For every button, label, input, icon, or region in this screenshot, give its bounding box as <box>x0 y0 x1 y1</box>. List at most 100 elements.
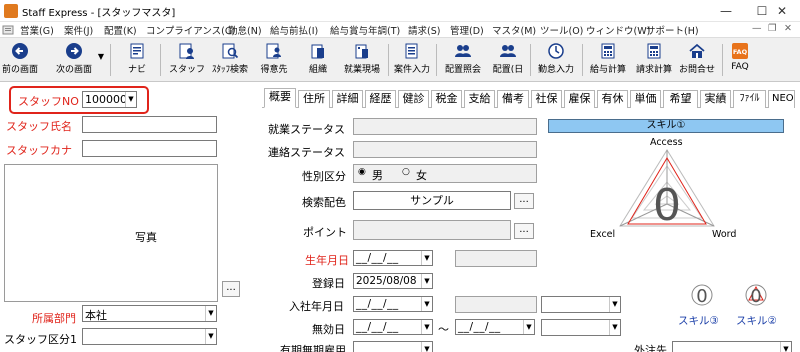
skill3-label[interactable]: スキル③ <box>678 313 719 328</box>
org-label: 組織 <box>308 65 327 75</box>
search-color-field[interactable]: サンプル <box>353 191 511 210</box>
point-button[interactable]: ... <box>514 223 534 239</box>
chevron-down-icon[interactable]: ▼ <box>609 320 620 335</box>
dispatch-label: 外注先 <box>634 344 667 352</box>
staff-name-field[interactable] <box>82 116 217 133</box>
mdi-restore-icon[interactable]: ❐ <box>768 23 777 34</box>
menu-window[interactable]: ウィンドウ(W) <box>586 23 650 37</box>
dept-combo[interactable]: 本社 ▼ <box>82 305 217 322</box>
navi-button[interactable]: ナビ <box>122 40 152 80</box>
mdi-close-icon[interactable]: ✕ <box>784 23 792 34</box>
toolbar-separator <box>160 44 161 76</box>
next-screen-label: 次の画面 <box>55 65 92 75</box>
tab-results[interactable]: 実績 <box>700 90 731 108</box>
hire-date-label: 入社年月日 <box>289 300 344 313</box>
skill2-label[interactable]: スキル② <box>736 313 777 328</box>
client-button[interactable]: 得意先 <box>256 40 292 80</box>
case-input-button[interactable]: 案件入力 <box>392 40 432 80</box>
tab-overview[interactable]: 概要 <box>264 88 296 108</box>
chevron-down-icon[interactable]: ▼ <box>421 342 432 352</box>
assign-day-button[interactable]: 配置(日 <box>488 40 528 80</box>
radio-male[interactable]: ◉ <box>358 167 366 177</box>
registered-date-value: 2025/08/08 <box>356 275 417 287</box>
chevron-down-icon[interactable]: ▼ <box>523 320 534 334</box>
menu-eigyo[interactable]: 営業(G) <box>20 23 54 37</box>
staff-category-combo[interactable]: ▼ <box>82 328 217 345</box>
faq-button[interactable]: FAQ FAQ <box>726 40 754 80</box>
invalid-reason-combo[interactable]: ▼ <box>541 319 621 336</box>
invalid-date-from-field[interactable]: __/__/__ ▼ <box>353 319 433 335</box>
tab-health[interactable]: 健診 <box>398 90 429 108</box>
chevron-down-icon[interactable]: ▼ <box>609 297 620 312</box>
close-icon[interactable]: ✕ <box>764 0 800 22</box>
photo-area[interactable]: 写真 <box>4 164 218 302</box>
birth-date-field[interactable]: __/__/__ ▼ <box>353 250 433 266</box>
menu-bar: 営業(G) 案件(J) 配置(K) コンプライアンス(C) 勤怠(N) 給与前払… <box>0 22 800 38</box>
inquiry-button[interactable]: お問合せ <box>676 40 718 80</box>
staff-button[interactable]: スタッフ <box>168 40 206 80</box>
assign-query-button[interactable]: 配置照会 <box>440 40 486 80</box>
radio-female[interactable]: ○ <box>402 167 410 177</box>
chevron-down-icon[interactable]: ▼ <box>780 342 791 352</box>
attendance-icon <box>548 43 564 59</box>
search-color-button[interactable]: ... <box>514 193 534 209</box>
attendance-input-button[interactable]: 勤怠入力 <box>534 40 578 80</box>
registered-date-field[interactable]: 2025/08/08 ▼ <box>353 273 433 289</box>
menu-kintai[interactable]: 勤怠(N) <box>228 23 262 37</box>
menu-app-icon[interactable] <box>2 24 14 36</box>
tab-notes[interactable]: 備考 <box>497 90 529 108</box>
minimize-icon[interactable]: — <box>708 0 744 22</box>
menu-master[interactable]: マスタ(M) <box>492 23 536 37</box>
toolbar: 前の画面 次の画面 ▼ ナビ スタッフ ｽﾀｯﾌ検索 得意先 組織 就業現場 案… <box>0 38 800 82</box>
staff-kana-field[interactable] <box>82 140 217 157</box>
photo-browse-button[interactable]: ... <box>222 281 240 297</box>
hire-date-field[interactable]: __/__/__ ▼ <box>353 296 433 312</box>
arrow-left-icon <box>12 43 28 59</box>
tab-unit-price[interactable]: 単価 <box>630 90 661 108</box>
menu-maebarai[interactable]: 給与前払(I) <box>270 23 318 37</box>
tab-neo[interactable]: NEO <box>768 90 795 108</box>
tab-paid-leave[interactable]: 有休 <box>597 90 628 108</box>
tab-details[interactable]: 詳細 <box>332 90 363 108</box>
chevron-down-icon[interactable]: ▼ <box>421 297 432 311</box>
chevron-down-icon[interactable]: ▼ <box>205 329 216 344</box>
menu-kyuyo[interactable]: 給与賞与年調(T) <box>330 23 400 37</box>
staff-search-button[interactable]: ｽﾀｯﾌ検索 <box>208 40 252 80</box>
chevron-down-icon[interactable]: ▼ <box>205 306 216 321</box>
contact-status-field <box>353 141 537 158</box>
menu-haichi[interactable]: 配置(K) <box>104 23 137 37</box>
chevron-down-icon[interactable]: ▼ <box>421 320 432 334</box>
dispatch-combo[interactable]: ▼ <box>672 341 792 352</box>
chevron-down-icon[interactable]: ▼ <box>421 251 432 265</box>
tab-social-ins[interactable]: 社保 <box>531 90 562 108</box>
staff-no-combo[interactable]: 100000 ▼ <box>82 91 137 108</box>
pay-calc-button[interactable]: 給与計算 <box>586 40 630 80</box>
invalid-date-to-field[interactable]: __/__/__ ▼ <box>455 319 535 335</box>
menu-tool[interactable]: ツール(O) <box>540 23 583 37</box>
org-icon <box>311 44 324 59</box>
chevron-down-icon[interactable]: ▼ <box>125 92 136 107</box>
tab-tax[interactable]: 税金 <box>431 90 462 108</box>
fixed-term-combo[interactable]: ▼ <box>353 341 433 352</box>
next-screen-button[interactable]: 次の画面 <box>52 40 96 80</box>
menu-support[interactable]: サポート(H) <box>646 23 699 37</box>
tab-employ-ins[interactable]: 雇保 <box>564 90 595 108</box>
menu-kanri[interactable]: 管理(D) <box>450 23 484 37</box>
tab-files[interactable]: ﾌｧｲﾙ <box>733 90 766 108</box>
mdi-minimize-icon[interactable]: — <box>752 23 762 34</box>
menu-seikyu[interactable]: 請求(S) <box>408 23 440 37</box>
site-button[interactable]: 就業現場 <box>340 40 384 80</box>
tab-address[interactable]: 住所 <box>298 90 330 108</box>
tab-payment[interactable]: 支給 <box>464 90 495 108</box>
prev-screen-button[interactable]: 前の画面 <box>0 40 40 80</box>
org-button[interactable]: 組織 <box>304 40 332 80</box>
menu-anken[interactable]: 案件(J) <box>64 23 93 37</box>
skill-center-value: 0 <box>653 180 681 231</box>
tab-history[interactable]: 経歴 <box>365 90 396 108</box>
bill-calc-button[interactable]: 請求計算 <box>632 40 676 80</box>
chevron-down-icon[interactable]: ▼ <box>421 274 432 288</box>
tab-wishes[interactable]: 希望 <box>663 90 698 108</box>
bill-calc-icon <box>647 43 661 59</box>
menu-compliance[interactable]: コンプライアンス(C) <box>146 23 235 37</box>
hire-type-combo[interactable]: ▼ <box>541 296 621 313</box>
